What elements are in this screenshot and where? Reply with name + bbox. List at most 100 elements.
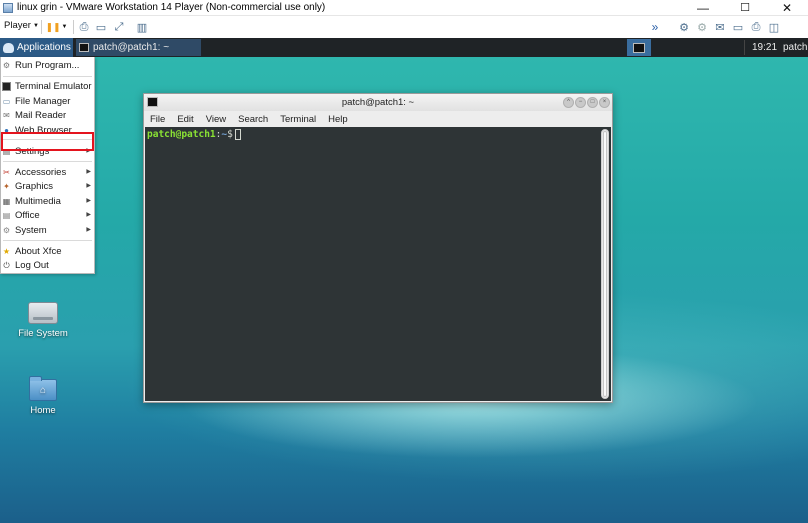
usb-device-icon[interactable]: ✉: [714, 20, 726, 34]
terminal-title: patch@patch1: ~: [341, 97, 415, 108]
workspace-switcher[interactable]: [627, 39, 651, 56]
terminal-menubar: File Edit View Search Terminal Help: [144, 111, 612, 127]
chevron-down-icon[interactable]: ▼: [61, 20, 68, 34]
highlight-box-terminal-emulator: [1, 132, 94, 151]
printer-icon[interactable]: ⎙: [750, 20, 762, 34]
more-icon[interactable]: »: [650, 20, 660, 34]
minimize-button[interactable]: —: [688, 0, 718, 15]
desktop-icon-home[interactable]: ⌂ Home: [11, 376, 75, 416]
menu-item-run-program[interactable]: ⚙ Run Program...: [1, 58, 94, 72]
vm-window-titlebar: linux grin - VMware Workstation 14 Playe…: [0, 0, 808, 15]
menu-item-graphics[interactable]: ✦ Graphics ▶: [1, 179, 94, 193]
close-button[interactable]: ✕: [772, 0, 802, 15]
menu-edit[interactable]: Edit: [177, 114, 193, 125]
panel-divider: [744, 40, 745, 55]
file-manager-icon: ▭: [2, 96, 11, 106]
removable-devices-icon[interactable]: ▭: [95, 20, 107, 34]
menu-item-label: Office: [15, 209, 40, 221]
cd-drive-icon[interactable]: ⚙: [696, 20, 708, 34]
prompt-symbol: $: [227, 129, 233, 140]
menu-item-accessories[interactable]: ✂ Accessories ▶: [1, 165, 94, 179]
desktop-icon-file-system[interactable]: File System: [11, 302, 75, 339]
vmware-app-icon: [3, 2, 13, 13]
chevron-right-icon: ▶: [86, 212, 91, 218]
mail-icon: ✉: [3, 110, 10, 120]
xfce-top-panel: Applications patch@patch1: ~ 19:21 patch: [0, 38, 808, 57]
applications-label: Applications: [17, 42, 71, 53]
power-icon: ⏻: [3, 260, 10, 270]
run-program-icon: ⚙: [2, 60, 11, 70]
menu-item-label: Mail Reader: [15, 109, 67, 121]
menu-terminal[interactable]: Terminal: [280, 114, 316, 125]
pause-icon[interactable]: ❚❚: [45, 20, 60, 34]
shade-button[interactable]: ^: [563, 97, 574, 108]
terminal-icon: [147, 97, 158, 107]
toolbar-divider: [73, 20, 74, 34]
menu-separator: [3, 240, 92, 241]
menu-item-about-xfce[interactable]: ★ About Xfce: [1, 244, 94, 258]
menu-item-label: System: [15, 224, 47, 236]
network-adapter-icon[interactable]: ⚙: [678, 20, 690, 34]
terminal-titlebar[interactable]: patch@patch1: ~ ^ − □ ×: [144, 94, 612, 111]
scrollbar-thumb[interactable]: [603, 131, 607, 397]
star-icon: ★: [2, 246, 11, 256]
menu-item-label: Accessories: [15, 166, 67, 178]
desktop-icon-label: File System: [18, 328, 68, 339]
taskbar-item-label: patch@patch1: ~: [93, 42, 170, 53]
menu-item-label: About Xfce: [15, 245, 62, 257]
terminal-scrollbar[interactable]: [601, 129, 609, 399]
chevron-down-icon: ▼: [32, 22, 39, 29]
menu-item-label: Graphics: [15, 180, 54, 192]
vm-toolbar: Player ▼ ❚❚ ▼ ⎙ ▭ ⤢ ▥ » ⚙ ⚙ ✉ ▭ ⎙ ◫: [0, 15, 808, 38]
fullscreen-icon[interactable]: ⤢: [113, 20, 125, 34]
multimedia-icon: ▦: [2, 196, 11, 206]
menu-item-office[interactable]: ▤ Office ▶: [1, 208, 94, 222]
menu-item-system[interactable]: ⚙ System ▶: [1, 223, 94, 237]
prompt-user: patch@patch1: [147, 129, 216, 140]
unity-icon[interactable]: ▥: [136, 20, 148, 34]
applications-menu-button[interactable]: Applications: [0, 38, 73, 57]
drive-icon: [28, 302, 58, 324]
menu-item-multimedia[interactable]: ▦ Multimedia ▶: [1, 194, 94, 208]
menu-item-label: Log Out: [15, 259, 49, 271]
shell-prompt: patch@patch1:~$: [147, 129, 241, 140]
player-menu-label: Player: [4, 20, 31, 31]
taskbar-terminal-button[interactable]: patch@patch1: ~: [76, 39, 201, 56]
menu-help[interactable]: Help: [328, 114, 348, 125]
menu-separator: [3, 161, 92, 162]
desktop-icon-label: Home: [30, 405, 56, 416]
chevron-right-icon: ▶: [86, 169, 91, 175]
terminal-window[interactable]: patch@patch1: ~ ^ − □ × File Edit View S…: [143, 93, 613, 403]
accessories-icon: ✂: [3, 167, 10, 177]
player-menu-button[interactable]: Player ▼: [4, 20, 39, 31]
menu-file[interactable]: File: [150, 114, 165, 125]
chevron-right-icon: ▶: [86, 227, 91, 233]
send-ctrl-alt-del-icon[interactable]: ⎙: [78, 20, 90, 34]
toolbar-divider: [41, 20, 42, 34]
menu-item-log-out[interactable]: ⏻ Log Out: [1, 258, 94, 272]
terminal-output[interactable]: patch@patch1:~$: [145, 127, 611, 401]
panel-user-menu[interactable]: patch: [783, 38, 807, 57]
maximize-button[interactable]: □: [587, 97, 598, 108]
terminal-icon: ▪: [2, 81, 11, 91]
xfce-mouse-icon: [3, 42, 14, 53]
menu-item-label: Multimedia: [15, 195, 61, 207]
vm-window-title: linux grin - VMware Workstation 14 Playe…: [17, 2, 326, 13]
menu-view[interactable]: View: [206, 114, 226, 125]
text-cursor: [234, 129, 241, 140]
menu-search[interactable]: Search: [238, 114, 268, 125]
close-button[interactable]: ×: [599, 97, 610, 108]
sound-card-icon[interactable]: ▭: [732, 20, 744, 34]
menu-item-terminal-emulator[interactable]: ▪ Terminal Emulator: [1, 79, 94, 93]
display-icon[interactable]: ◫: [768, 20, 780, 34]
home-folder-icon: ⌂: [29, 376, 57, 401]
office-icon: ▤: [2, 210, 11, 220]
panel-clock[interactable]: 19:21: [752, 38, 777, 57]
chevron-right-icon: ▶: [86, 198, 91, 204]
menu-item-file-manager[interactable]: ▭ File Manager: [1, 94, 94, 108]
maximize-button[interactable]: ☐: [730, 0, 760, 15]
minimize-button[interactable]: −: [575, 97, 586, 108]
menu-item-mail-reader[interactable]: ✉ Mail Reader: [1, 108, 94, 122]
menu-item-label: Run Program...: [15, 59, 80, 71]
system-icon: ⚙: [2, 225, 11, 235]
